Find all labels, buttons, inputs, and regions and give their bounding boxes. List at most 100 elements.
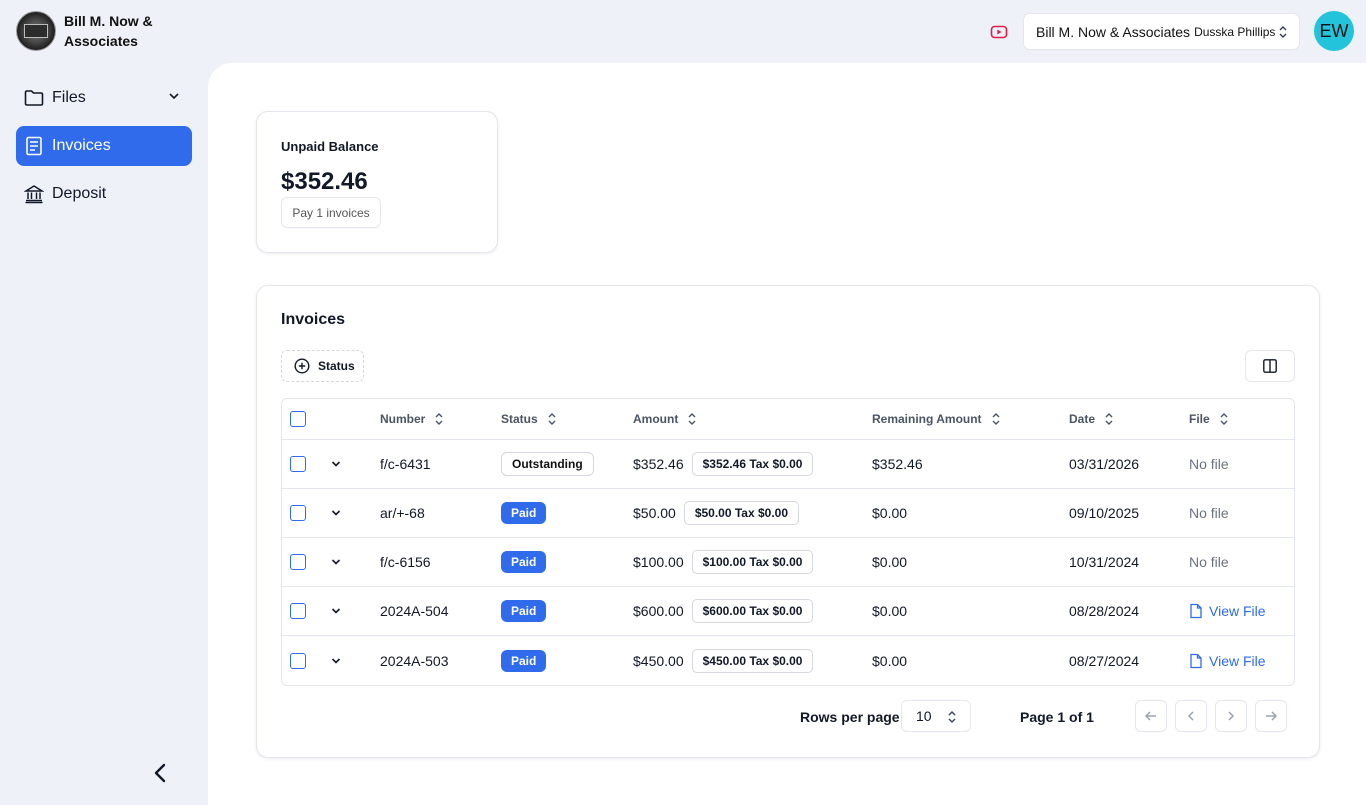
rows-per-page-select[interactable]: 10: [901, 700, 971, 732]
amount-detail-pill: $450.00 Tax $0.00: [691, 648, 814, 673]
folder-icon: [24, 88, 44, 108]
sidebar-item-deposit[interactable]: Deposit: [16, 174, 192, 214]
row-checkbox[interactable]: [290, 603, 306, 619]
status-badge: Paid: [501, 551, 547, 573]
invoice-amount: $100.00: [633, 554, 684, 570]
status-badge: Paid: [501, 649, 547, 672]
view-file-link[interactable]: View File: [1189, 653, 1266, 669]
amount-detail-pill: $50.00 Tax $0.00: [683, 501, 800, 525]
table-row: 2024A-503 Paid $450.00 $450.00 Tax $0.00 …: [282, 636, 1294, 685]
remaining-amount: $352.46: [872, 456, 923, 472]
chevrons-up-down-icon: [1277, 25, 1289, 39]
sort-icon: [688, 413, 696, 425]
previous-page-button[interactable]: [1175, 700, 1207, 732]
invoice-date: 08/27/2024: [1069, 652, 1140, 669]
table-row: ar/+-68 Paid $50.00 $50.00 Tax $0.00 $0.0…: [282, 489, 1294, 538]
sidebar-item-files[interactable]: Files: [16, 78, 192, 118]
bank-icon: [24, 184, 44, 204]
column-header-date[interactable]: Date: [1069, 399, 1115, 439]
column-header-number[interactable]: Number: [380, 399, 445, 439]
invoice-date: 10/31/2024: [1069, 554, 1140, 570]
amount-detail-pill: $100.00 Tax $0.00: [691, 550, 814, 574]
collapse-sidebar-icon[interactable]: [150, 762, 172, 784]
invoice-date: 09/10/2025: [1069, 505, 1140, 521]
invoice-icon: [24, 136, 44, 156]
status-badge: Paid: [501, 502, 547, 524]
brand-name: Bill M. Now & Associates: [64, 13, 153, 49]
table-row: f/c-6431 Outstanding $352.46 $352.46 Tax …: [282, 440, 1294, 489]
last-page-button[interactable]: [1255, 700, 1287, 732]
sort-icon: [1105, 413, 1113, 425]
invoice-number: 2024A-503: [380, 652, 449, 669]
chevron-left-icon: [1187, 711, 1194, 721]
expand-row-icon[interactable]: [330, 489, 342, 537]
status-badge: Outstanding: [501, 452, 594, 476]
row-checkbox[interactable]: [290, 554, 306, 570]
brand[interactable]: Bill M. Now & Associates: [16, 11, 174, 51]
no-file-text: No file: [1189, 554, 1229, 570]
next-page-button[interactable]: [1215, 700, 1247, 732]
row-checkbox[interactable]: [290, 456, 306, 472]
unpaid-balance-card: Unpaid Balance $352.46 Pay 1 invoices: [256, 111, 498, 253]
firm-logo: [16, 11, 56, 51]
rows-per-page-label: Rows per page: [800, 709, 900, 725]
invoices-card: Invoices Status Number Status Amount Rem…: [256, 285, 1320, 758]
column-header-status[interactable]: Status: [501, 399, 558, 439]
sidebar-nav: Files Invoices Deposit: [16, 78, 192, 222]
remaining-amount: $0.00: [872, 554, 908, 570]
invoice-number: f/c-6156: [380, 554, 431, 570]
sort-icon: [1220, 413, 1228, 425]
amount-detail-pill: $600.00 Tax $0.00: [691, 599, 814, 623]
columns-toggle-button[interactable]: [1245, 350, 1295, 382]
arrow-right-icon: [1266, 711, 1278, 721]
sidebar-item-label: Files: [52, 89, 86, 106]
invoice-amount: $352.46: [633, 456, 684, 472]
org-user-select[interactable]: Bill M. Now & Associates Dusska Phillips: [1023, 13, 1300, 50]
invoices-table: Number Status Amount Remaining Amount Da…: [281, 398, 1295, 686]
no-file-text: No file: [1189, 505, 1229, 521]
status-filter-button[interactable]: Status: [281, 350, 364, 382]
column-header-remaining-amount[interactable]: Remaining Amount: [872, 399, 1002, 439]
plus-circle-icon: [294, 358, 310, 374]
chevron-right-icon: [1228, 711, 1235, 721]
page-indicator: Page 1 of 1: [1020, 709, 1094, 725]
invoice-date: 03/31/2026: [1069, 456, 1140, 472]
balance-title: Unpaid Balance: [281, 139, 379, 154]
sidebar-item-invoices[interactable]: Invoices: [16, 126, 192, 166]
expand-row-icon[interactable]: [330, 636, 342, 685]
invoices-title: Invoices: [281, 311, 346, 328]
invoice-number: f/c-6431: [380, 456, 431, 472]
expand-row-icon[interactable]: [330, 587, 342, 635]
view-file-link[interactable]: View File: [1189, 603, 1266, 619]
arrow-left-icon: [1144, 711, 1156, 721]
invoice-amount: $600.00: [633, 603, 684, 619]
sidebar-item-label: Deposit: [52, 185, 107, 202]
invoice-number: ar/+-68: [380, 505, 425, 521]
chevron-down-icon[interactable]: [166, 88, 182, 104]
sort-icon: [435, 413, 443, 425]
remaining-amount: $0.00: [872, 652, 908, 669]
video-icon[interactable]: [990, 25, 1008, 39]
row-checkbox[interactable]: [290, 505, 306, 521]
file-icon: [1190, 603, 1202, 619]
sidebar-item-label: Invoices: [52, 137, 111, 154]
invoice-amount: $50.00: [633, 505, 676, 521]
invoice-date: 08/28/2024: [1069, 603, 1140, 619]
expand-row-icon[interactable]: [330, 440, 342, 488]
main-content: Unpaid Balance $352.46 Pay 1 invoices In…: [208, 63, 1366, 805]
row-checkbox[interactable]: [290, 652, 306, 669]
column-header-amount[interactable]: Amount: [633, 399, 698, 439]
avatar[interactable]: EW: [1314, 11, 1354, 51]
no-file-text: No file: [1189, 456, 1229, 472]
remaining-amount: $0.00: [872, 505, 908, 521]
sidebar: Bill M. Now & Associates Files Invoices …: [0, 0, 208, 805]
file-icon: [1190, 653, 1202, 668]
expand-row-icon[interactable]: [330, 538, 342, 586]
chevrons-up-down-icon: [946, 710, 958, 724]
table-header-row: Number Status Amount Remaining Amount Da…: [282, 399, 1294, 440]
pay-invoices-button[interactable]: Pay 1 invoices: [281, 197, 381, 228]
status-badge: Paid: [501, 600, 547, 622]
column-header-file[interactable]: File: [1189, 399, 1230, 439]
select-all-checkbox[interactable]: [290, 411, 306, 427]
first-page-button[interactable]: [1135, 700, 1167, 732]
